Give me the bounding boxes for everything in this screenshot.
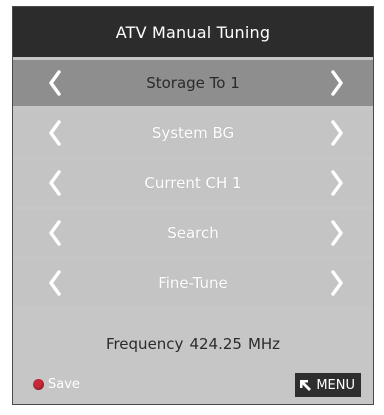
- title-bar: ATV Manual Tuning: [13, 7, 373, 57]
- chevron-right-icon[interactable]: [325, 269, 349, 297]
- frequency-value: 424.25: [189, 335, 242, 353]
- save-button[interactable]: Save: [33, 377, 80, 392]
- chevron-left-icon[interactable]: [43, 219, 67, 247]
- chevron-left-icon[interactable]: [43, 119, 67, 147]
- row-label: Search: [167, 224, 219, 242]
- chevron-right-icon[interactable]: [325, 69, 349, 97]
- row-search[interactable]: Search: [13, 210, 373, 256]
- chevron-left-icon[interactable]: [43, 169, 67, 197]
- chevron-left-icon[interactable]: [43, 69, 67, 97]
- atv-manual-tuning-panel: ATV Manual Tuning Storage To 1 System BG: [12, 6, 374, 405]
- frequency-label: Frequency: [105, 335, 184, 353]
- chevron-right-icon[interactable]: [325, 219, 349, 247]
- row-label: Storage To 1: [146, 74, 240, 92]
- save-label: Save: [48, 377, 80, 392]
- row-label: Current CH 1: [144, 174, 242, 192]
- row-storage-to[interactable]: Storage To 1: [13, 60, 373, 106]
- red-dot-icon: [33, 379, 44, 390]
- menu-label: MENU: [316, 377, 355, 393]
- row-system[interactable]: System BG: [13, 110, 373, 156]
- menu-title: ATV Manual Tuning: [115, 22, 271, 42]
- chevron-left-icon[interactable]: [43, 269, 67, 297]
- row-label: System BG: [151, 124, 235, 142]
- chevron-right-icon[interactable]: [325, 169, 349, 197]
- row-fine-tune[interactable]: Fine-Tune: [13, 260, 373, 306]
- menu-button[interactable]: MENU: [295, 373, 361, 397]
- row-label: Fine-Tune: [158, 274, 228, 292]
- footer: Save MENU: [13, 369, 373, 403]
- frequency-unit: MHz: [247, 335, 281, 353]
- tuning-options: Storage To 1 System BG Current CH 1 Sear…: [13, 60, 373, 310]
- chevron-right-icon[interactable]: [325, 119, 349, 147]
- return-arrow-icon: [299, 378, 313, 392]
- frequency-readout: Frequency 424.25 MHz: [13, 327, 373, 361]
- row-current-ch[interactable]: Current CH 1: [13, 160, 373, 206]
